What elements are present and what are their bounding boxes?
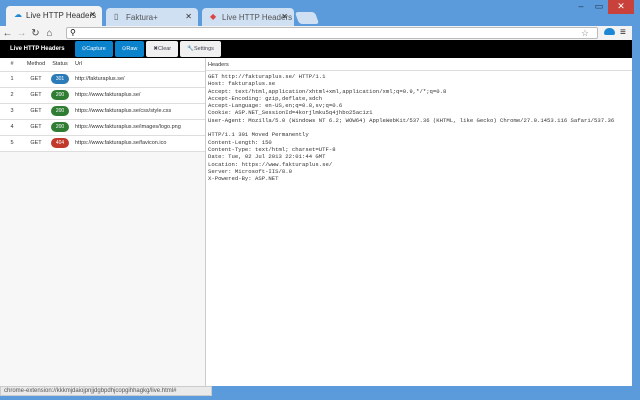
row-status: 200 [48, 87, 72, 104]
tab-label: Live HTTP Headers [26, 11, 97, 20]
close-tab-icon[interactable]: ✕ [89, 10, 96, 19]
settings-button[interactable]: 🔧 Settings [180, 41, 221, 57]
cloud-icon: ☁ [14, 10, 22, 19]
tab-strip: ☁ Live HTTP Headers ✕ ▯ Faktura+ ✕ ◆ Live HTT… [0, 6, 640, 26]
col-method: Method [24, 58, 48, 72]
status-badge: 200 [51, 90, 69, 100]
col-number: # [0, 58, 24, 72]
row-url: https://www.fakturaplus.se/images/logo.p… [72, 119, 205, 136]
status-bar: chrome-extension://kkkmjdaiojpnjjdgbpdhj… [0, 386, 212, 396]
tab-label: Faktura+ [126, 13, 158, 22]
extension-cloud-icon[interactable] [604, 28, 615, 35]
close-window-button[interactable]: ✕ [608, 0, 634, 14]
omnibox[interactable]: ⚲ ☆ [66, 27, 598, 39]
browser-toolbar: ← → ↻ ⌂ ⚲ ☆ ≡ [0, 26, 632, 40]
wrench-icon: 🔧 [187, 46, 195, 52]
back-icon[interactable]: ← [1, 28, 14, 39]
app-title: Live HTTP Headers [10, 46, 65, 52]
row-number: 2 [0, 87, 24, 104]
bookmark-star-icon[interactable]: ☆ [581, 28, 589, 38]
row-method: GET [24, 87, 48, 104]
favicon-icon: ◆ [210, 12, 217, 21]
row-status: 404 [48, 135, 72, 152]
row-method: GET [24, 71, 48, 88]
headers-pane: Headers GET http://fakturaplus.se/ HTTP/… [206, 58, 632, 386]
requests-pane: # Method Status Url 1 GET 301 http://fak… [0, 58, 206, 386]
minimize-button[interactable]: – [572, 0, 590, 14]
table-row[interactable]: 1 GET 301 http://fakturaplus.se/ [0, 71, 205, 88]
home-icon[interactable]: ⌂ [43, 28, 56, 39]
row-number: 4 [0, 119, 24, 136]
row-method: GET [24, 103, 48, 120]
capture-label: Capture [86, 46, 106, 52]
clear-label: Clear [158, 46, 172, 52]
close-tab-icon[interactable]: ✕ [281, 12, 288, 21]
row-status: 200 [48, 119, 72, 136]
table-row[interactable]: 5 GET 404 https://www.fakturaplus.se/fav… [0, 135, 205, 152]
row-url: http://fakturaplus.se/ [72, 71, 205, 88]
status-badge: 301 [51, 74, 69, 84]
table-row[interactable]: 3 GET 200 https://www.fakturaplus.se/css… [0, 103, 205, 120]
reload-icon[interactable]: ↻ [29, 28, 42, 39]
clear-button[interactable]: ✖ Clear [146, 41, 179, 57]
new-tab-button[interactable] [294, 12, 320, 24]
status-badge: 404 [51, 138, 69, 148]
row-method: GET [24, 135, 48, 152]
table-row[interactable]: 2 GET 200 https://www.fakturaplus.se/ [0, 87, 205, 104]
col-url: Url [72, 58, 205, 72]
window-controls: – ▭ ✕ [572, 0, 634, 14]
forward-icon[interactable]: → [15, 28, 28, 39]
col-status: Status [48, 58, 72, 72]
tab-live-http-headers[interactable]: ☁ Live HTTP Headers ✕ [6, 6, 102, 26]
maximize-button[interactable]: ▭ [590, 0, 608, 14]
row-number: 3 [0, 103, 24, 120]
row-url: https://www.fakturaplus.se/favicon.ico [72, 135, 205, 152]
row-url: https://www.fakturaplus.se/ [72, 87, 205, 104]
table-row[interactable]: 4 GET 200 https://www.fakturaplus.se/ima… [0, 119, 205, 136]
row-number: 1 [0, 71, 24, 88]
headers-title: Headers [206, 58, 632, 71]
raw-button[interactable]: ⊙ Raw [114, 41, 145, 57]
main-content: # Method Status Url 1 GET 301 http://fak… [0, 58, 632, 386]
row-method: GET [24, 119, 48, 136]
page-icon: ▯ [114, 12, 119, 21]
tab-faktura[interactable]: ▯ Faktura+ ✕ [106, 8, 198, 26]
settings-label: Settings [194, 46, 214, 52]
row-number: 5 [0, 135, 24, 152]
app-header: Live HTTP Headers ⊙ Capture ⊙ Raw ✖ Clear 🔧… [0, 40, 632, 58]
menu-icon[interactable]: ≡ [620, 27, 626, 38]
headers-text: GET http://fakturaplus.se/ HTTP/1.1 Host… [208, 73, 615, 183]
status-badge: 200 [51, 122, 69, 132]
row-status: 200 [48, 103, 72, 120]
close-tab-icon[interactable]: ✕ [185, 12, 192, 21]
requests-table: # Method Status Url 1 GET 301 http://fak… [0, 58, 205, 152]
search-icon: ⚲ [70, 28, 76, 37]
status-badge: 200 [51, 106, 69, 116]
raw-label: Raw [126, 46, 138, 52]
capture-button[interactable]: ⊙ Capture [74, 41, 113, 57]
tab-live-http-headers-edit[interactable]: ◆Live HTTP Headers - Edit✕ [202, 8, 294, 26]
row-status: 301 [48, 71, 72, 88]
row-url: https://www.fakturaplus.se/css/style.css [72, 103, 205, 120]
